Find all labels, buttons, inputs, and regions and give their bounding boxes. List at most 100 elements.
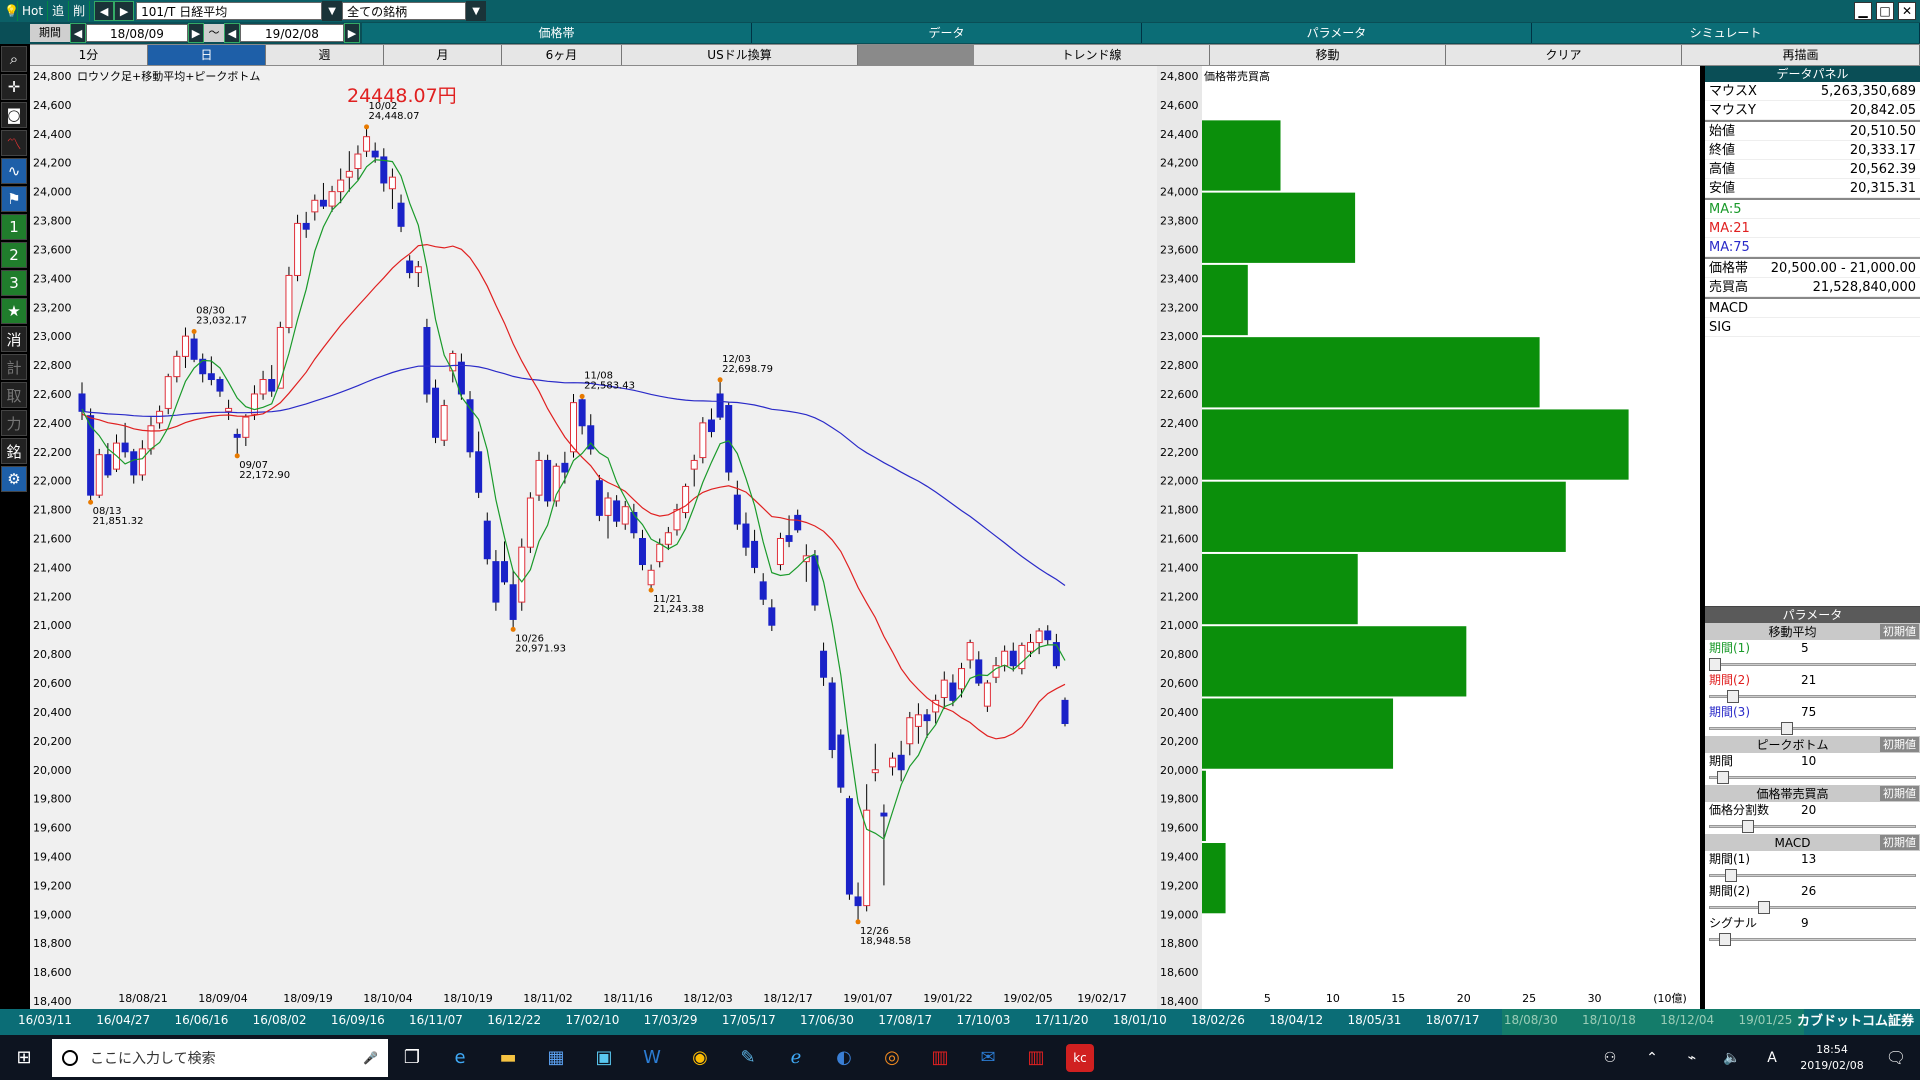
slider-thumb[interactable] <box>1718 933 1731 946</box>
param-slider[interactable] <box>1709 689 1916 704</box>
symbol-dropdown-icon[interactable]: ▼ <box>322 1 343 21</box>
date-to-field[interactable]: 19/02/08 <box>240 24 344 42</box>
edge-legacy-icon[interactable]: e <box>442 1040 478 1076</box>
slider-thumb[interactable] <box>1724 869 1737 882</box>
tab-6month[interactable]: 6ヶ月 <box>502 45 622 65</box>
word-icon[interactable]: W <box>634 1040 670 1076</box>
tray-chevron-icon[interactable]: ⌃ <box>1634 1040 1670 1076</box>
param-slider[interactable] <box>1709 868 1916 883</box>
maximize-button[interactable]: □ <box>1876 2 1894 20</box>
close-button[interactable]: ✕ <box>1898 2 1916 20</box>
stock-button[interactable]: 銘 <box>1 438 27 464</box>
indicator-icon[interactable]: ∿ <box>1 158 27 184</box>
date-to-next[interactable]: ▶ <box>344 23 360 43</box>
crosshair-icon[interactable]: ✛ <box>1 74 27 100</box>
layout-1-button[interactable]: 1 <box>1 214 27 240</box>
taskbar-search[interactable]: ここに入力して検索 🎤 <box>52 1038 388 1077</box>
camera-icon[interactable]: ◙ <box>1 102 27 128</box>
date-from-prev[interactable]: ◀ <box>70 23 86 43</box>
gear-icon[interactable]: ⚙ <box>1 466 27 492</box>
app-window-icon[interactable]: ▣ <box>586 1040 622 1076</box>
param-value-field[interactable]: 5 <box>1801 640 1920 657</box>
slider-thumb[interactable] <box>1781 722 1794 735</box>
tab-weekly[interactable]: 週 <box>266 45 384 65</box>
outlook-icon[interactable]: ✉ <box>970 1040 1006 1076</box>
clear-button[interactable]: クリア <box>1446 45 1682 65</box>
network-icon[interactable]: ⌁ <box>1674 1040 1710 1076</box>
tab-1min[interactable]: 1分 <box>30 45 148 65</box>
param-slider[interactable] <box>1709 770 1916 785</box>
slider-thumb[interactable] <box>1716 771 1729 784</box>
prev-symbol-button[interactable]: ◀ <box>94 1 115 21</box>
list-field[interactable]: 全ての銘柄 <box>342 2 467 20</box>
slider-thumb[interactable] <box>1709 658 1721 671</box>
trend-line-button[interactable]: トレンド線 <box>974 45 1210 65</box>
tab-usd[interactable]: USドル換算 <box>622 45 858 65</box>
tab-simulate[interactable]: シミュレート <box>1532 23 1920 43</box>
date-from-field[interactable]: 18/08/09 <box>86 24 188 42</box>
search-icon[interactable]: ⌕ <box>1 46 27 72</box>
calc-button[interactable]: 計 <box>1 354 27 380</box>
tab-monthly[interactable]: 月 <box>384 45 502 65</box>
power-button[interactable]: 力 <box>1 410 27 436</box>
tab-daily[interactable]: 日 <box>148 45 266 65</box>
param-slider[interactable] <box>1709 721 1916 736</box>
file-explorer-icon[interactable]: ▬ <box>490 1040 526 1076</box>
flag-icon[interactable]: ⚑ <box>1 186 27 212</box>
param-slider[interactable] <box>1709 657 1916 672</box>
line-chart-icon[interactable]: 〽 <box>1 130 27 156</box>
timeline-bar[interactable]: 16/03/11 16/04/27 16/06/16 16/08/02 16/09/16… <box>0 1009 1920 1035</box>
minimize-button[interactable]: ▁ <box>1854 2 1872 20</box>
param-value-field[interactable]: 75 <box>1801 704 1920 721</box>
tab-price-band[interactable]: 価格帯 <box>362 23 752 43</box>
param-slider[interactable] <box>1709 819 1916 834</box>
chart-area[interactable]: ロウソク足+移動平均+ピークボトム 24448.07円 価格帯売買高 24,800 24… <box>30 66 1700 1009</box>
tab-data[interactable]: データ <box>752 23 1142 43</box>
param-value-field[interactable]: 21 <box>1801 672 1920 689</box>
notification-icon[interactable]: 🗨 <box>1878 1040 1914 1076</box>
microphone-icon[interactable]: 🎤 <box>363 1051 378 1065</box>
erase-button[interactable]: 消 <box>1 326 27 352</box>
param-slider[interactable] <box>1709 932 1916 947</box>
param-value-field[interactable]: 20 <box>1801 802 1920 819</box>
param-slider[interactable] <box>1709 900 1916 915</box>
date-to-prev[interactable]: ◀ <box>224 23 240 43</box>
trading-chart-icon[interactable]: ▥ <box>922 1040 958 1076</box>
slider-thumb[interactable] <box>1757 901 1770 914</box>
layout-2-button[interactable]: 2 <box>1 242 27 268</box>
kabucom-icon[interactable]: ◎ <box>874 1040 910 1076</box>
param-value-field[interactable]: 9 <box>1801 915 1920 932</box>
next-symbol-button[interactable]: ▶ <box>114 1 135 21</box>
kabucom-app-icon[interactable]: kc <box>1066 1043 1094 1072</box>
task-view-icon[interactable]: ❐ <box>394 1040 430 1076</box>
list-dropdown-icon[interactable]: ▼ <box>466 1 487 21</box>
trading-app-icon[interactable]: ▥ <box>1018 1040 1054 1076</box>
ime-indicator[interactable]: A <box>1754 1040 1790 1076</box>
browser-icon[interactable]: ◐ <box>826 1040 862 1076</box>
move-button[interactable]: 移動 <box>1210 45 1446 65</box>
chrome-icon[interactable]: ◉ <box>682 1040 718 1076</box>
add-button[interactable]: 追 <box>48 1 70 21</box>
slider-thumb[interactable] <box>1726 690 1739 703</box>
delete-button[interactable]: 削 <box>69 1 91 21</box>
slider-thumb[interactable] <box>1742 820 1755 833</box>
timeline-highlight[interactable] <box>1502 1009 1804 1035</box>
reset-defaults-button[interactable]: 初期値 <box>1880 737 1919 752</box>
star-icon[interactable]: ★ <box>1 298 27 324</box>
symbol-field[interactable]: 101/T 日経平均 <box>136 2 323 20</box>
tab-parameters[interactable]: パラメータ <box>1142 23 1532 43</box>
reset-defaults-button[interactable]: 初期値 <box>1880 835 1919 850</box>
redraw-button[interactable]: 再描画 <box>1682 45 1920 65</box>
calculator-icon[interactable]: ▦ <box>538 1040 574 1076</box>
hot-button[interactable]: Hot <box>18 1 49 21</box>
people-icon[interactable]: ⚇ <box>1592 1040 1628 1076</box>
reset-defaults-button[interactable]: 初期値 <box>1880 624 1919 639</box>
taskbar-clock[interactable]: 18:54 2019/02/08 <box>1792 1042 1872 1074</box>
date-from-next[interactable]: ▶ <box>188 23 204 43</box>
layout-3-button[interactable]: 3 <box>1 270 27 296</box>
param-value-field[interactable]: 10 <box>1801 753 1920 770</box>
volume-icon[interactable]: 🔈 <box>1714 1040 1750 1076</box>
price-chart[interactable]: ロウソク足+移動平均+ピークボトム 24448.07円 価格帯売買高 24,800 24… <box>30 66 1700 1009</box>
reset-defaults-button[interactable]: 初期値 <box>1880 786 1919 801</box>
param-value-field[interactable]: 26 <box>1801 883 1920 900</box>
